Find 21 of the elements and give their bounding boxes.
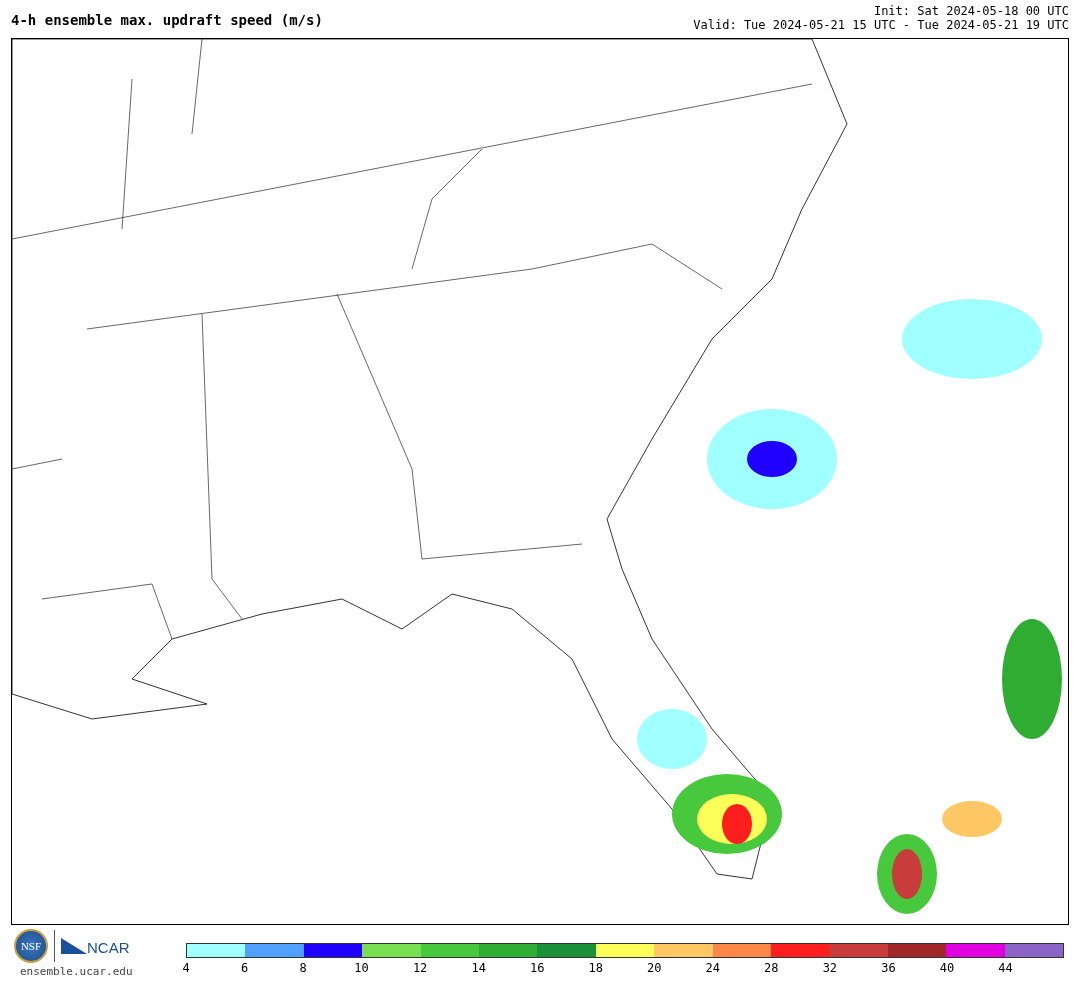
tick-label: 36 — [881, 961, 896, 975]
tick-label: 24 — [705, 961, 720, 975]
tick-label: 28 — [764, 961, 779, 975]
tick-label: 20 — [647, 961, 662, 975]
tick-label: 6 — [240, 961, 249, 975]
tick-label: 4 — [182, 961, 190, 975]
tick-label: 32 — [822, 961, 838, 975]
tick-label: 10 — [354, 961, 369, 975]
tick-label: 16 — [529, 961, 545, 975]
ncar-logo: NCAR — [61, 936, 130, 956]
tick-label: 44 — [998, 961, 1013, 975]
valid-time: Valid: Tue 2024-05-21 15 UTC - Tue 2024-05-21 19 UTC — [693, 18, 1069, 32]
tick-label: 40 — [939, 961, 955, 975]
init-time: Init: Sat 2024-05-18 00 UTC — [873, 4, 1069, 18]
tick-label: 12 — [412, 961, 428, 975]
tick-label: 14 — [471, 961, 486, 975]
nsf-logo: NSF — [14, 929, 48, 963]
tick-label: 18 — [588, 961, 603, 975]
tick-label: 8 — [299, 961, 307, 975]
chart-title: 4-h ensemble max. updraft speed (m/s) — [11, 12, 323, 30]
website-url: ensemble.ucar.edu — [19, 965, 134, 978]
